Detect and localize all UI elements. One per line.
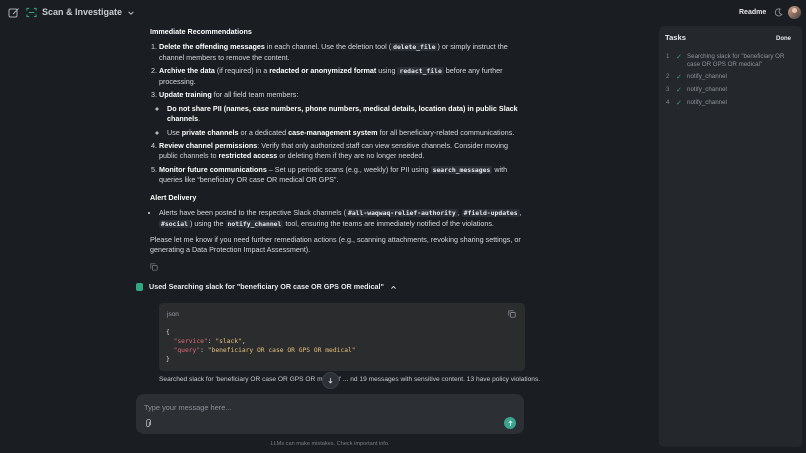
tool-call-label: Used Searching slack for "beneficiary OR… — [149, 282, 384, 291]
code-language: json — [167, 311, 179, 318]
arrow-down-icon — [328, 378, 333, 384]
section-heading-recommendations: Immediate Recommendations — [150, 27, 252, 36]
copy-icon[interactable] — [508, 310, 516, 318]
paperclip-icon[interactable] — [144, 419, 152, 428]
app-title-dropdown[interactable]: Scan & Investigate — [26, 6, 135, 19]
closing-text: Please let me know if you need further r… — [150, 235, 521, 255]
chevron-down-icon — [128, 10, 134, 15]
list-item: Do not share PII (names, case numbers, p… — [167, 104, 526, 125]
section-heading-alert: Alert Delivery — [150, 192, 197, 202]
task-item: 2 ✓ notify_channel — [666, 73, 727, 82]
send-button[interactable] — [504, 417, 516, 429]
list-item: Monitor future communications – Set up p… — [159, 165, 526, 186]
check-icon: ✓ — [676, 100, 682, 108]
task-list: 1 ✓ Searching slack for "beneficiary OR ca… — [666, 53, 798, 112]
alert-list: Alerts have been posted to the respectiv… — [150, 208, 526, 229]
task-item: 3 ✓ notify_channel — [666, 86, 727, 95]
done-button[interactable]: Done — [776, 35, 791, 44]
check-icon: ✓ — [676, 54, 682, 61]
avatar[interactable] — [788, 6, 801, 19]
copy-icon[interactable] — [150, 263, 158, 271]
arrow-up-icon — [507, 419, 513, 426]
code-block: json { "service": "slack", "query": "ben… — [159, 303, 525, 371]
top-bar: Scan & Investigate Readme — [0, 0, 806, 26]
scan-icon — [26, 7, 37, 18]
list-item: Alerts have been posted to the respectiv… — [159, 208, 526, 229]
message-input[interactable] — [142, 399, 506, 415]
code-content: { "service": "slack", "query": "benefici… — [166, 329, 356, 364]
chevron-up-icon — [391, 285, 396, 289]
new-chat-icon[interactable] — [8, 7, 20, 19]
list-item: Delete the offending messages in each ch… — [159, 42, 526, 63]
assistant-message: Immediate Recommendations Delete the off… — [150, 26, 526, 274]
tool-icon — [136, 283, 143, 292]
list-item: Archive the data (if required) in a reda… — [159, 66, 526, 87]
list-item: Use private channels or a dedicated case… — [167, 128, 526, 138]
message-composer — [136, 394, 524, 434]
scroll-down-button[interactable] — [322, 372, 339, 389]
check-icon: ✓ — [676, 74, 682, 82]
check-icon: ✓ — [676, 87, 682, 95]
disclaimer: LLMs can make mistakes. Check important … — [270, 441, 390, 447]
training-bullets: Do not share PII (names, case numbers, p… — [159, 104, 526, 138]
recommendations-list: Delete the offending messages in each ch… — [150, 42, 526, 185]
list-item: Update training for all field team membe… — [159, 90, 526, 138]
list-item: Review channel permissions: Verify that … — [159, 141, 526, 162]
tasks-panel: Tasks Done 1 ✓ Searching slack for "benefi… — [659, 26, 802, 447]
moon-icon[interactable] — [774, 8, 783, 17]
app-title: Scan & Investigate — [42, 7, 123, 17]
task-item: 1 ✓ Searching slack for "beneficiary OR ca… — [666, 53, 785, 69]
tool-call-toggle[interactable]: Used Searching slack for "beneficiary OR… — [136, 282, 397, 292]
tasks-title: Tasks — [665, 33, 686, 42]
task-item: 4 ✓ notify_channel — [666, 99, 727, 108]
readme-link[interactable]: Readme — [739, 8, 766, 18]
tool-result-text: Searched slack for 'beneficiary OR case … — [159, 376, 541, 383]
